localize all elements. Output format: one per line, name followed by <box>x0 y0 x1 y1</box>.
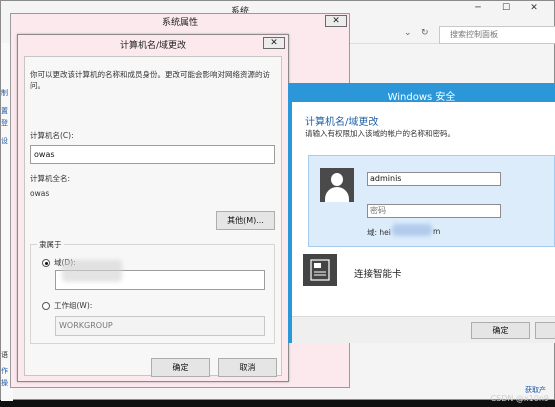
workgroup-input: WORKGROUP <box>55 316 265 336</box>
redacted-blur <box>62 260 122 282</box>
refresh-icon[interactable]: ↻ <box>421 28 429 38</box>
full-name-value: owas <box>30 189 50 198</box>
domain-radio[interactable] <box>42 259 50 267</box>
computer-name-input[interactable]: owas <box>30 145 275 164</box>
ok-button[interactable]: 确定 <box>151 358 210 377</box>
cancel-button-partial[interactable] <box>535 322 555 339</box>
other-button[interactable]: 其他(M)... <box>216 211 275 230</box>
smart-card-glyph <box>310 259 330 281</box>
minimize-button[interactable]: ─ <box>467 2 489 15</box>
domain-suffix: m <box>433 227 441 236</box>
close-button[interactable]: ✕ <box>263 37 285 49</box>
chevron-down-icon[interactable]: ⌄ <box>404 28 412 38</box>
search-input[interactable]: 搜索控制面板 <box>439 26 555 44</box>
workgroup-label: 工作组(W): <box>54 301 93 310</box>
workgroup-radio[interactable] <box>42 302 50 310</box>
dialog-body: 计算机名/域更改 请输入有权限加入该域的帐户的名称和密码。 adminis 密码… <box>292 102 555 343</box>
cancel-button[interactable]: 取消 <box>218 358 277 377</box>
user-avatar-icon <box>320 168 354 202</box>
windows-security-dialog: Windows 安全 计算机名/域更改 请输入有权限加入该域的帐户的名称和密码。… <box>288 83 555 343</box>
dialog-title: 计算机名/域更改 <box>119 41 187 51</box>
description-text: 你可以更改该计算机的名称和成员身份。更改可能会影响对网络资源的访问。 <box>30 70 270 90</box>
smart-card-icon <box>303 254 337 286</box>
close-button[interactable]: ✕ <box>523 2 545 15</box>
dialog-title: Windows 安全 <box>387 92 456 103</box>
domain-prefix: 域: hei <box>367 228 391 237</box>
redacted-blur <box>392 224 432 236</box>
ok-button[interactable]: 确定 <box>471 322 530 339</box>
full-name-label: 计算机全名: <box>30 174 71 183</box>
computer-name-label: 计算机名(C): <box>30 131 74 140</box>
password-input[interactable]: 密码 <box>367 204 501 218</box>
username-input[interactable]: adminis <box>367 172 501 186</box>
close-button[interactable]: ✕ <box>325 15 347 27</box>
smartcard-label[interactable]: 连接智能卡 <box>354 266 402 280</box>
watermark: CSDN @x10n9 <box>490 394 549 403</box>
computer-name-dialog: 计算机名/域更改 ✕ 你可以更改该计算机的名称和成员身份。更改可能会影响对网络资… <box>17 34 289 382</box>
member-of-label: 隶属于 <box>37 239 64 250</box>
dialog-subtitle: 请输入有权限加入该域的帐户的名称和密码。 <box>305 129 455 138</box>
dialog-body: 你可以更改该计算机的名称和成员身份。更改可能会影响对网络资源的访问。 计算机名(… <box>24 56 282 377</box>
dialog-footer: 确定 <box>292 316 555 343</box>
dialog-heading: 计算机名/域更改 <box>305 117 379 128</box>
dialog-title: 系统属性 <box>161 18 198 28</box>
credential-tile[interactable]: adminis 密码 域: hei m <box>308 155 555 247</box>
maximize-button[interactable]: ☐ <box>495 2 517 15</box>
